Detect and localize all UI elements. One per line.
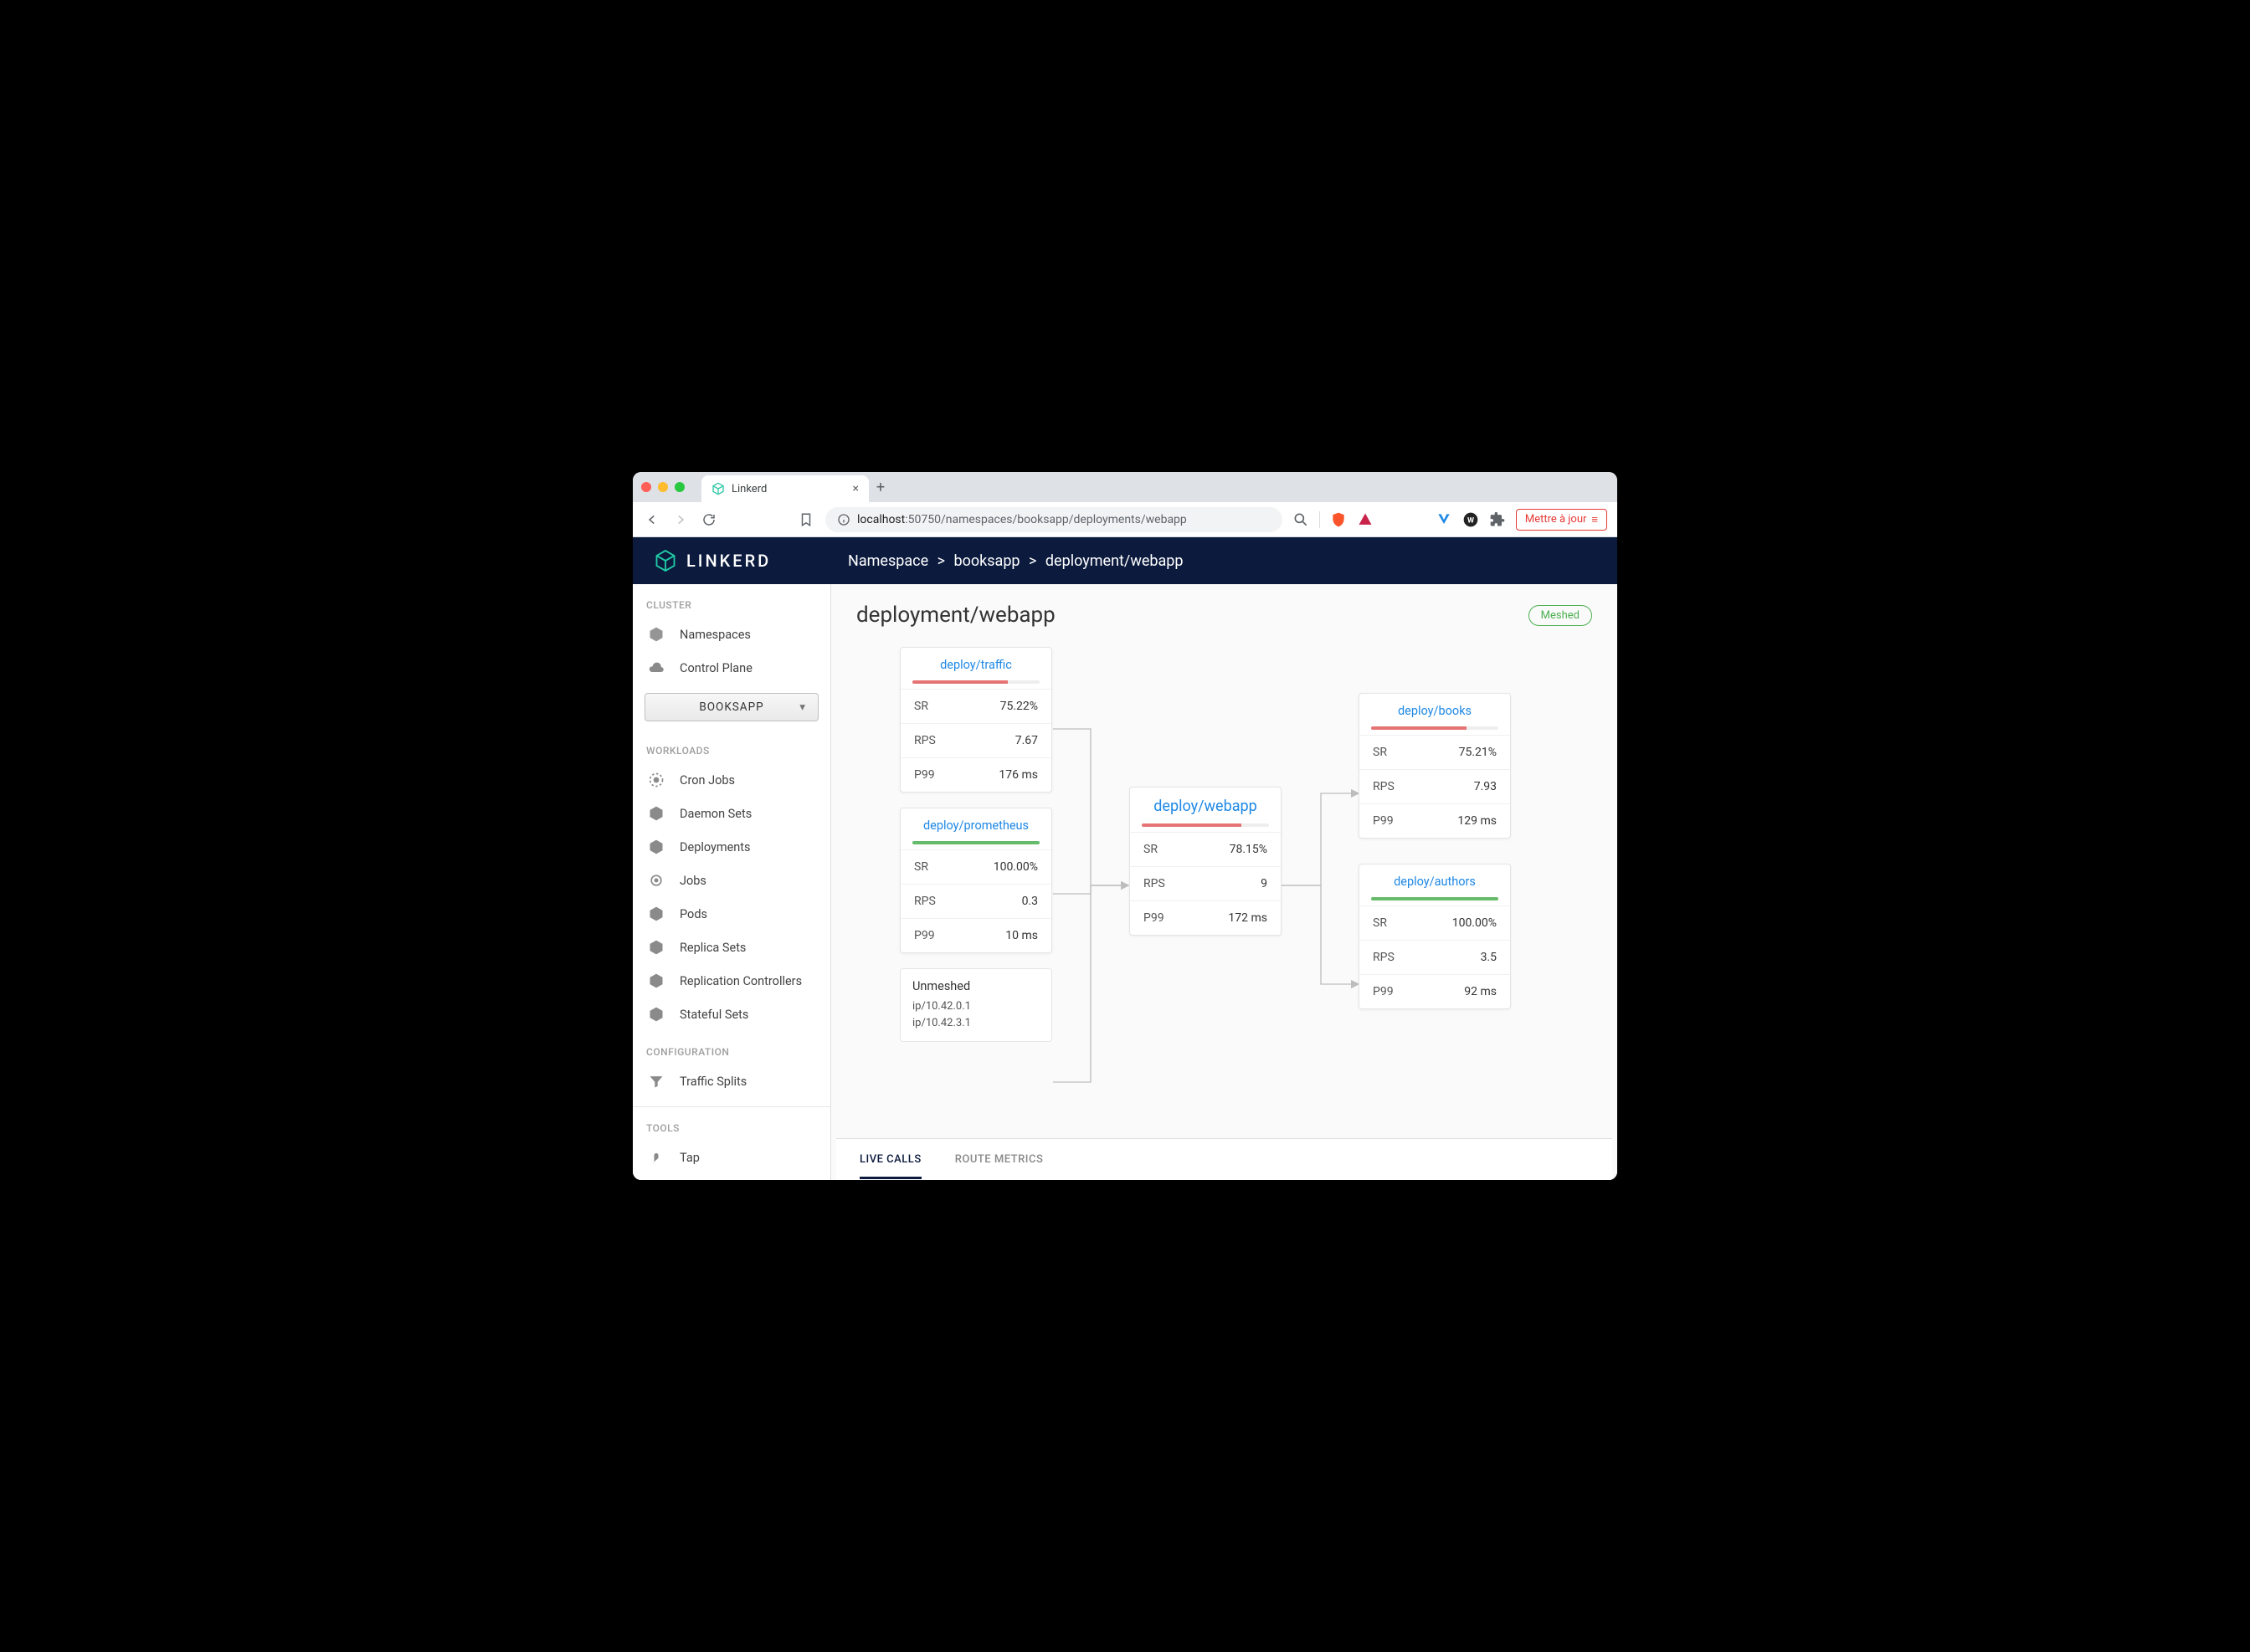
sidebar-item-control-plane[interactable]: Control Plane [633, 651, 830, 685]
maximize-window-button[interactable] [675, 482, 685, 492]
sidebar-item-daemon-sets[interactable]: Daemon Sets [633, 797, 830, 830]
logo[interactable]: LINKERD [633, 548, 831, 573]
sidebar-item-replication-controllers[interactable]: Replication Controllers [633, 964, 830, 998]
sidebar-item-tap[interactable]: Tap [633, 1141, 830, 1174]
success-bar [912, 680, 1008, 684]
update-browser-button[interactable]: Mettre à jour ≡ [1516, 509, 1607, 531]
tab-live-calls[interactable]: LIVE CALLS [860, 1140, 922, 1179]
node-authors[interactable]: deploy/authors SR100.00% RPS3.5 P9992 ms [1359, 864, 1511, 1009]
cron-jobs-icon [648, 772, 665, 788]
namespaces-icon [648, 626, 665, 643]
url-path: :50750/namespaces/booksapp/deployments/w… [905, 513, 1187, 526]
logo-text: LINKERD [686, 551, 771, 571]
sidebar-item-top[interactable]: Top [633, 1174, 830, 1180]
chevron-down-icon: ▾ [799, 700, 806, 714]
node-unmeshed[interactable]: Unmeshed ip/10.42.0.1 ip/10.42.3.1 [900, 968, 1052, 1042]
browser-toolbar: localhost:50750/namespaces/booksapp/depl… [633, 502, 1617, 537]
minimize-window-button[interactable] [658, 482, 668, 492]
browser-tab[interactable]: Linkerd × [701, 475, 869, 502]
app-body: CLUSTER Namespaces Control Plane ▾ BOOKS… [633, 584, 1617, 1180]
tabs-bar: LIVE CALLS ROUTE METRICS [836, 1138, 1612, 1180]
extension-w-icon[interactable]: W [1462, 511, 1479, 528]
menu-icon: ≡ [1591, 513, 1598, 526]
success-bar [1371, 726, 1467, 730]
extension-v-icon[interactable] [1436, 511, 1452, 528]
sidebar: CLUSTER Namespaces Control Plane ▾ BOOKS… [633, 584, 831, 1180]
daemon-sets-icon [648, 805, 665, 822]
pods-icon [648, 906, 665, 922]
toolbar-icons: W Mettre à jour ≡ [1292, 509, 1607, 531]
sidebar-item-jobs[interactable]: Jobs [633, 864, 830, 897]
sidebar-item-traffic-splits[interactable]: Traffic Splits [633, 1065, 830, 1098]
filter-icon [648, 1073, 665, 1090]
namespace-select[interactable]: ▾ BOOKSAPP [645, 693, 819, 721]
section-title-configuration: CONFIGURATION [633, 1031, 830, 1065]
breadcrumb-namespace-name[interactable]: booksapp [953, 552, 1020, 570]
breadcrumb-resource[interactable]: deployment/webapp [1045, 552, 1184, 570]
jobs-icon [648, 872, 665, 889]
node-traffic[interactable]: deploy/traffic SR75.22% RPS7.67 P99176 m… [900, 647, 1052, 793]
extensions-puzzle-icon[interactable] [1489, 511, 1506, 528]
tab-strip: Linkerd × + [633, 472, 1617, 502]
sidebar-item-replica-sets[interactable]: Replica Sets [633, 931, 830, 964]
replication-controllers-icon [648, 972, 665, 989]
tap-icon [648, 1149, 665, 1166]
page-title: deployment/webapp [856, 603, 1056, 628]
sidebar-item-deployments[interactable]: Deployments [633, 830, 830, 864]
success-bar [1142, 823, 1241, 827]
brave-shields-icon[interactable] [1330, 511, 1347, 528]
url-host: localhost [857, 513, 905, 526]
sidebar-item-cron-jobs[interactable]: Cron Jobs [633, 763, 830, 797]
search-in-page-icon[interactable] [1292, 511, 1309, 528]
bookmark-icon[interactable] [797, 510, 815, 529]
sidebar-item-pods[interactable]: Pods [633, 897, 830, 931]
sidebar-item-stateful-sets[interactable]: Stateful Sets [633, 998, 830, 1031]
node-prometheus[interactable]: deploy/prometheus SR100.00% RPS0.3 P9910… [900, 808, 1052, 953]
breadcrumb-namespace-label[interactable]: Namespace [848, 552, 928, 570]
node-books[interactable]: deploy/books SR75.21% RPS7.93 P99129 ms [1359, 693, 1511, 839]
site-info-icon[interactable] [837, 513, 850, 526]
toolbar-divider [1319, 511, 1320, 528]
forward-button[interactable] [671, 510, 690, 529]
section-title-tools: TOOLS [633, 1107, 830, 1141]
browser-window: Linkerd × + localhost:50750/namespaces/b… [633, 472, 1617, 1180]
close-tab-icon[interactable]: × [853, 482, 859, 495]
traffic-lights [641, 482, 685, 492]
page-header: deployment/webapp Meshed [831, 584, 1617, 643]
sidebar-item-namespaces[interactable]: Namespaces [633, 618, 830, 651]
linkerd-favicon-icon [711, 482, 725, 495]
reload-button[interactable] [700, 510, 718, 529]
node-webapp[interactable]: deploy/webapp SR78.15% RPS9 P99172 ms [1129, 787, 1282, 936]
new-tab-button[interactable]: + [869, 475, 892, 499]
main-content: deployment/webapp Meshed [831, 584, 1617, 1180]
tab-title: Linkerd [732, 483, 767, 495]
svg-text:W: W [1467, 516, 1474, 525]
success-bar [912, 841, 1040, 844]
breadcrumb: Namespace > booksapp > deployment/webapp [831, 552, 1184, 570]
success-bar [1371, 897, 1498, 900]
section-title-cluster: CLUSTER [633, 584, 830, 618]
traffic-diagram: deploy/traffic SR75.22% RPS7.67 P99176 m… [831, 643, 1617, 1138]
deployments-icon [648, 839, 665, 855]
close-window-button[interactable] [641, 482, 651, 492]
cloud-icon [648, 659, 665, 676]
address-bar[interactable]: localhost:50750/namespaces/booksapp/depl… [825, 507, 1282, 532]
stateful-sets-icon [648, 1006, 665, 1023]
tab-route-metrics[interactable]: ROUTE METRICS [955, 1140, 1044, 1179]
back-button[interactable] [643, 510, 661, 529]
linkerd-logo-icon [653, 548, 678, 573]
app-topbar: LINKERD Namespace > booksapp > deploymen… [633, 537, 1617, 584]
brave-rewards-icon[interactable] [1357, 511, 1374, 528]
meshed-badge: Meshed [1528, 605, 1592, 626]
section-title-workloads: WORKLOADS [633, 730, 830, 763]
replica-sets-icon [648, 939, 665, 956]
